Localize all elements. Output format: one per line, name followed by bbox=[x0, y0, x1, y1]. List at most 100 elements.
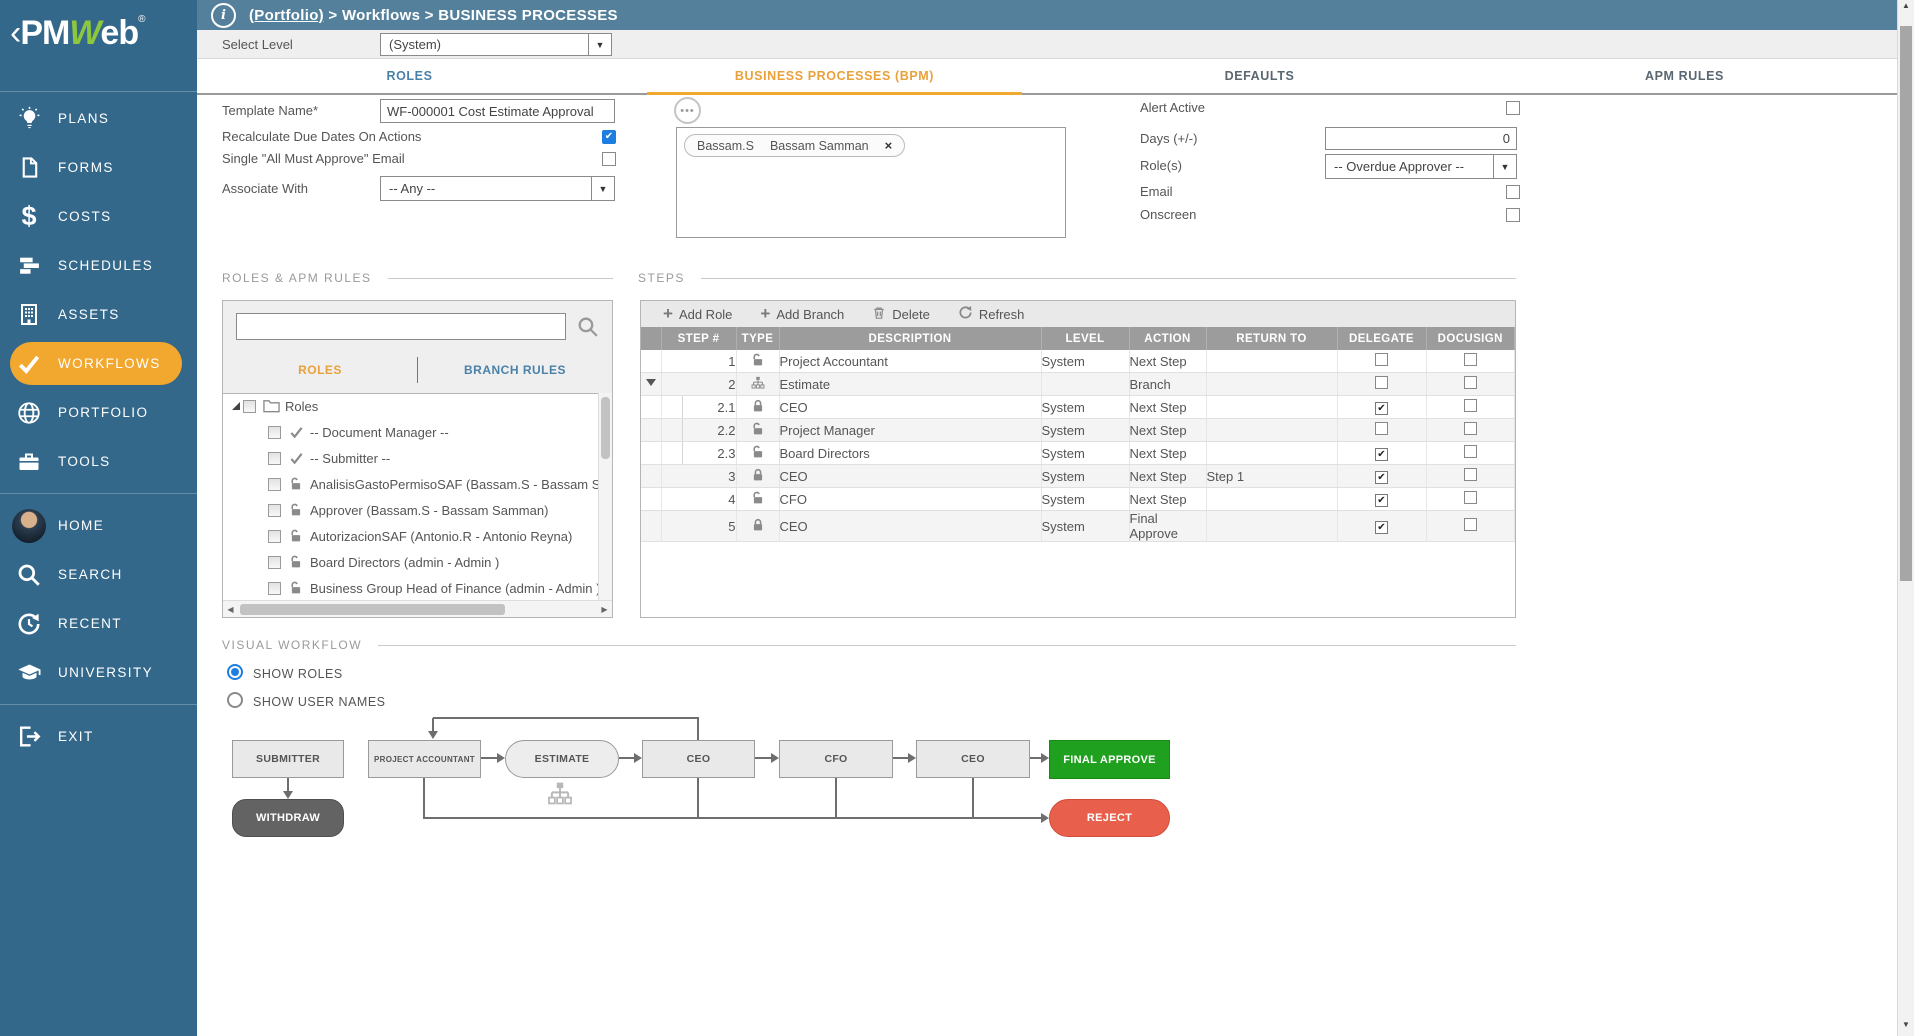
tree-item[interactable]: Business Group Head of Finance (admin - … bbox=[223, 575, 599, 601]
node-submitter[interactable]: SUBMITTER bbox=[232, 740, 344, 778]
node-ceo-1[interactable]: CEO bbox=[642, 740, 755, 778]
node-project-accountant[interactable]: PROJECT ACCOUNTANT bbox=[368, 740, 481, 778]
show-roles-radio[interactable] bbox=[227, 664, 243, 680]
tree-item-checkbox[interactable] bbox=[268, 530, 281, 543]
sidebar-item-recent[interactable]: RECENT bbox=[0, 599, 197, 648]
step-row-2.1[interactable]: 2.1CEOSystemNext Step bbox=[641, 396, 1515, 419]
participants-box[interactable]: Bassam.S Bassam Samman × bbox=[676, 127, 1066, 238]
sidebar-item-assets[interactable]: ASSETS bbox=[0, 290, 197, 339]
chevron-down-icon[interactable]: ▼ bbox=[591, 177, 614, 200]
recalculate-checkbox[interactable] bbox=[602, 130, 616, 144]
add-branch-button[interactable]: +Add Branch bbox=[760, 307, 844, 322]
sidebar-item-exit[interactable]: EXIT bbox=[0, 712, 197, 761]
show-user-names-radio[interactable] bbox=[227, 692, 243, 708]
sidebar-item-forms[interactable]: FORMS bbox=[0, 143, 197, 192]
delegate-checkbox[interactable] bbox=[1375, 376, 1388, 389]
participants-menu-button[interactable]: ••• bbox=[674, 97, 701, 124]
tree-item-checkbox[interactable] bbox=[268, 478, 281, 491]
node-ceo-2[interactable]: CEO bbox=[916, 740, 1030, 778]
step-row-4[interactable]: 4CFOSystemNext Step bbox=[641, 488, 1515, 511]
step-row-3[interactable]: 3CEOSystemNext StepStep 1 bbox=[641, 465, 1515, 488]
participant-chip[interactable]: Bassam.S Bassam Samman × bbox=[684, 134, 905, 157]
docusign-checkbox[interactable] bbox=[1464, 518, 1477, 531]
delegate-checkbox[interactable] bbox=[1375, 353, 1388, 366]
tab-defaults[interactable]: DEFAULTS bbox=[1047, 59, 1472, 93]
tab-branch-rules[interactable]: BRANCH RULES bbox=[418, 363, 612, 377]
sidebar-item-plans[interactable]: PLANS bbox=[0, 94, 197, 143]
delegate-checkbox[interactable] bbox=[1375, 494, 1388, 507]
delegate-checkbox[interactable] bbox=[1375, 471, 1388, 484]
search-icon[interactable] bbox=[575, 314, 600, 344]
tab-business-processes[interactable]: BUSINESS PROCESSES (BPM) bbox=[622, 59, 1047, 93]
step-row-2[interactable]: 2EstimateBranch bbox=[641, 373, 1515, 396]
email-checkbox[interactable] bbox=[1506, 185, 1520, 199]
tab-roles[interactable]: ROLES bbox=[197, 59, 622, 93]
scroll-right-icon[interactable]: ▶ bbox=[597, 605, 612, 614]
tree-item[interactable]: Roles bbox=[223, 393, 599, 419]
tree-item-checkbox[interactable] bbox=[268, 504, 281, 517]
tree-item[interactable]: -- Document Manager -- bbox=[223, 419, 599, 445]
onscreen-checkbox[interactable] bbox=[1506, 208, 1520, 222]
tree-item-checkbox[interactable] bbox=[268, 582, 281, 595]
docusign-checkbox[interactable] bbox=[1464, 491, 1477, 504]
step-row-2.3[interactable]: 2.3Board DirectorsSystemNext Step bbox=[641, 442, 1515, 465]
template-name-input[interactable] bbox=[380, 99, 615, 123]
breadcrumb-portfolio-link[interactable]: (Portfolio) bbox=[249, 7, 324, 24]
sidebar-item-portfolio[interactable]: PORTFOLIO bbox=[0, 388, 197, 437]
sidebar-item-schedules[interactable]: SCHEDULES bbox=[0, 241, 197, 290]
chevron-down-icon[interactable]: ▼ bbox=[1493, 155, 1516, 178]
tree-horizontal-scrollbar[interactable]: ◀ ▶ bbox=[223, 600, 612, 617]
tab-apm-rules[interactable]: APM RULES bbox=[1472, 59, 1897, 93]
alert-active-checkbox[interactable] bbox=[1506, 101, 1520, 115]
tree-item[interactable]: AutorizacionSAF (Antonio.R - Antonio Rey… bbox=[223, 523, 599, 549]
tree-item-checkbox[interactable] bbox=[243, 400, 256, 413]
sidebar-item-search[interactable]: SEARCH bbox=[0, 550, 197, 599]
chevron-down-icon[interactable]: ▼ bbox=[588, 34, 611, 55]
tree-vertical-scrollbar[interactable] bbox=[598, 393, 612, 601]
sidebar-item-workflows[interactable]: WORKFLOWS bbox=[0, 339, 197, 388]
tree-item[interactable]: Approver (Bassam.S - Bassam Samman) bbox=[223, 497, 599, 523]
scrollbar-thumb[interactable] bbox=[1900, 26, 1912, 581]
node-withdraw[interactable]: WITHDRAW bbox=[232, 799, 344, 837]
associate-with-dropdown[interactable]: -- Any -- ▼ bbox=[380, 176, 615, 201]
sidebar-item-costs[interactable]: $COSTS bbox=[0, 192, 197, 241]
row-expander-cell[interactable] bbox=[641, 373, 661, 396]
collapse-arrow-icon[interactable] bbox=[646, 379, 656, 391]
roles-search-input[interactable] bbox=[236, 313, 566, 340]
delete-button[interactable]: Delete bbox=[872, 305, 930, 323]
tab-roles-inner[interactable]: ROLES bbox=[223, 363, 417, 377]
docusign-checkbox[interactable] bbox=[1464, 376, 1477, 389]
scroll-left-icon[interactable]: ◀ bbox=[223, 605, 238, 614]
step-row-1[interactable]: 1Project AccountantSystemNext Step bbox=[641, 350, 1515, 373]
scrollbar-thumb[interactable] bbox=[240, 604, 505, 615]
delegate-checkbox[interactable] bbox=[1375, 521, 1388, 534]
tree-item-checkbox[interactable] bbox=[268, 452, 281, 465]
docusign-checkbox[interactable] bbox=[1464, 399, 1477, 412]
docusign-checkbox[interactable] bbox=[1464, 353, 1477, 366]
days-input[interactable] bbox=[1325, 127, 1517, 150]
tree-item[interactable]: AnalisisGastoPermisoSAF (Bassam.S - Bass… bbox=[223, 471, 599, 497]
node-estimate[interactable]: ESTIMATE bbox=[505, 740, 619, 778]
page-vertical-scrollbar[interactable]: ▲ ▼ bbox=[1897, 0, 1914, 1036]
node-reject[interactable]: REJECT bbox=[1049, 799, 1170, 837]
node-final-approve[interactable]: FINAL APPROVE bbox=[1049, 740, 1170, 779]
single-email-checkbox[interactable] bbox=[602, 152, 616, 166]
docusign-checkbox[interactable] bbox=[1464, 445, 1477, 458]
tree-item-checkbox[interactable] bbox=[268, 556, 281, 569]
tree-expander-icon[interactable] bbox=[228, 401, 243, 411]
select-level-dropdown[interactable]: (System) ▼ bbox=[380, 33, 612, 56]
sidebar-item-home[interactable]: HOME bbox=[0, 501, 197, 550]
refresh-button[interactable]: Refresh bbox=[958, 305, 1025, 323]
docusign-checkbox[interactable] bbox=[1464, 422, 1477, 435]
scrollbar-thumb[interactable] bbox=[601, 397, 610, 459]
tree-item-checkbox[interactable] bbox=[268, 426, 281, 439]
scroll-up-icon[interactable]: ▲ bbox=[1898, 1, 1914, 16]
delegate-checkbox[interactable] bbox=[1375, 448, 1388, 461]
tree-item[interactable]: Board Directors (admin - Admin ) bbox=[223, 549, 599, 575]
remove-participant-icon[interactable]: × bbox=[885, 138, 893, 153]
node-cfo[interactable]: CFO bbox=[779, 740, 893, 778]
pmweb-logo[interactable]: ‹PMWeb® bbox=[0, 0, 197, 92]
step-row-5[interactable]: 5CEOSystemFinal Approve bbox=[641, 511, 1515, 542]
add-role-button[interactable]: +Add Role bbox=[663, 307, 732, 322]
step-row-2.2[interactable]: 2.2Project ManagerSystemNext Step bbox=[641, 419, 1515, 442]
